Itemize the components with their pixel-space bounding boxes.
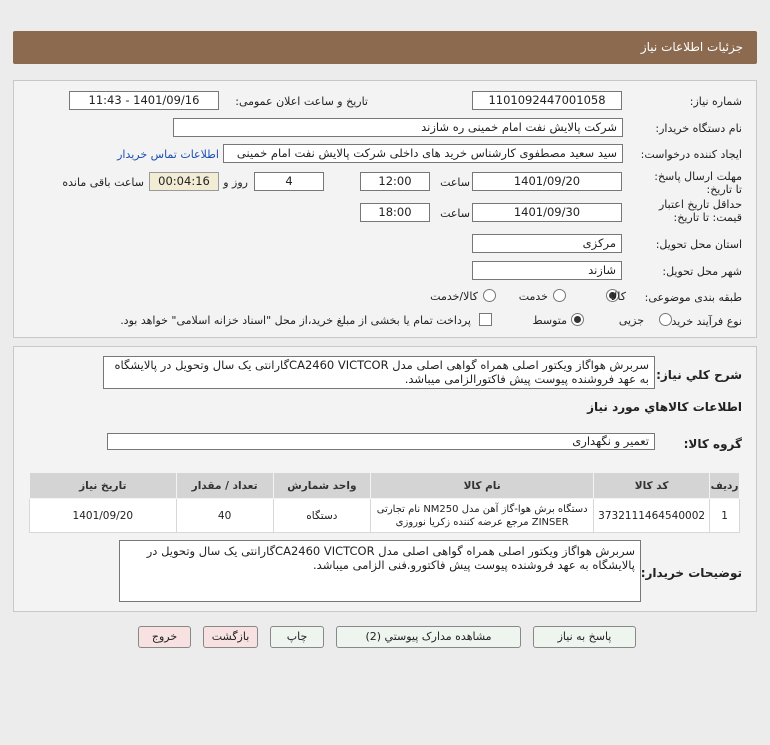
table-row: 1 3732111464540002 دستگاه برش هوا-گاز آه… [29,498,740,533]
reply-button[interactable]: پاسخ به نیاز [533,626,636,648]
buyer-org-label: نام دستگاه خریدار: [655,122,742,135]
announce-datetime-label: تاریخ و ساعت اعلان عمومی: [235,95,368,108]
requester-field: سید سعید مصطفوی کارشناس خرید های داخلی ش… [223,144,623,163]
requester-label: ایجاد کننده درخواست: [640,148,742,161]
delivery-province-field: مرکزی [472,234,622,253]
print-button[interactable]: چاپ [270,626,324,648]
table-header-row: ردیف کد کالا نام کالا واحد شمارش تعداد /… [29,472,740,499]
buyer-contact-link[interactable]: اطلاعات تماس خریدار [117,148,219,161]
cell-unit: دستگاه [272,498,372,533]
goods-table: ردیف کد کالا نام کالا واحد شمارش تعداد /… [29,472,740,533]
col-header-unit: واحد شمارش [272,472,372,499]
category-label-goods-service: کالا/خدمت [430,290,478,303]
delivery-city-field: شازند [472,261,622,280]
days-and-label: روز و [223,176,248,189]
cell-name: دستگاه برش هوا-گاز آهن مدل NM250 نام تجا… [370,498,595,533]
reply-time-field: 12:00 [360,172,430,191]
remaining-label: ساعت باقی مانده [62,176,144,189]
reply-time-label: ساعت [440,176,470,189]
need-number-field: 1101092447001058 [472,91,622,110]
page-title: جزئیات اطلاعات نیاز [13,31,757,64]
exit-button[interactable]: خروج [138,626,191,648]
general-desc-field: سربرش هواگاز ویکتور اصلی همراه گواهی اصل… [103,356,655,389]
cell-code: 3732111464540002 [593,498,711,533]
category-label: طبقه بندی موضوعی: [644,291,742,304]
process-label-medium: متوسط [532,314,567,327]
goods-group-field: تعمیر و نگهداری [107,433,655,450]
announce-datetime-field: 1401/09/16 - 11:43 [69,91,219,110]
days-remaining-field: 4 [254,172,324,191]
cell-date: 1401/09/20 [29,498,177,533]
process-type-label: نوع فرآیند خرید : [664,315,742,328]
goods-group-label: گروه کالا: [683,437,742,451]
delivery-province-label: استان محل تحویل: [655,238,742,251]
treasury-payment-checkbox[interactable] [479,313,492,326]
cell-row: 1 [709,498,740,533]
general-desc-label: شرح کلي نياز: [656,368,742,382]
reply-date-field: 1401/09/20 [472,172,622,191]
category-label-goods: کالا [611,290,626,303]
need-number-label: شماره نیاز: [689,95,742,108]
delivery-city-label: شهر محل تحویل: [662,265,742,278]
validity-time-field: 18:00 [360,203,430,222]
reply-deadline-label: مهلت ارسال پاسخ: تا تاریخ: [654,170,742,196]
buyer-notes-label: توضیحات خریدار: [640,566,742,580]
goods-info-heading: اطلاعات کالاهاي مورد نياز [587,400,742,414]
validity-time-label: ساعت [440,207,470,220]
validity-date-field: 1401/09/30 [472,203,622,222]
cell-qty: 40 [175,498,274,533]
col-header-code: کد کالا [593,472,711,499]
col-header-row: ردیف [709,472,740,499]
price-validity-label: حداقل تاریخ اعتبار قیمت: تا تاریخ: [658,198,742,224]
process-radio-minor[interactable] [659,313,672,326]
col-header-name: نام کالا [370,472,595,499]
col-header-qty: تعداد / مقدار [175,472,274,499]
category-radio-goods-service[interactable] [483,289,496,302]
col-header-date: تاریخ نیاز [29,472,177,499]
category-label-service: خدمت [518,290,548,303]
remaining-time-field: 00:04:16 [149,172,219,191]
buyer-notes-field: سربرش هواگاز ویکتور اصلی همراه گواهی اصل… [119,540,641,602]
view-attachments-button[interactable]: مشاهده مدارک پیوستي (2) [336,626,521,648]
treasury-payment-note: پرداخت تمام یا بخشی از مبلغ خرید،از محل … [120,314,471,327]
process-radio-medium[interactable] [571,313,584,326]
back-button[interactable]: بازگشت [203,626,258,648]
category-radio-service[interactable] [553,289,566,302]
process-label-minor: جزیی [618,314,644,327]
buyer-org-field: شرکت پالایش نفت امام خمینی ره شازند [173,118,623,137]
